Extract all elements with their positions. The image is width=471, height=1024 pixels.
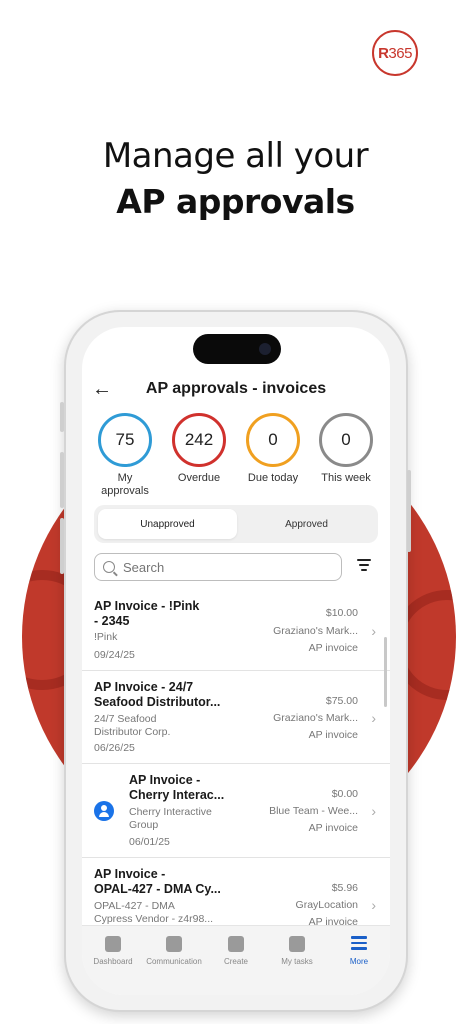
phone-screen: ← AP approvals - invoices 75 My approval… bbox=[82, 327, 390, 995]
r365-logo: R 365 bbox=[372, 30, 418, 76]
invoice-amount: $10.00 bbox=[325, 607, 358, 619]
invoice-date: 06/01/25 bbox=[129, 836, 170, 848]
invoice-title: AP Invoice - 24/7 Seafood Distributor... bbox=[94, 680, 221, 709]
invoice-vendor-name: OPAL-427 - DMA Cypress Vendor - z4r98... bbox=[94, 900, 214, 925]
stat-ring: 0 bbox=[246, 413, 300, 467]
invoice-location: Graziano's Mark... bbox=[273, 625, 358, 637]
chat-icon bbox=[166, 936, 182, 952]
phone-button bbox=[60, 452, 64, 508]
logo-letter: R bbox=[378, 44, 389, 62]
list-item[interactable]: AP Invoice - Cherry Interac... Cherry In… bbox=[82, 764, 390, 858]
list-item[interactable]: AP Invoice - !Pink - 2345 !Pink 09/24/25… bbox=[82, 589, 390, 671]
user-avatar-icon bbox=[94, 801, 114, 821]
stat-ring: 242 bbox=[172, 413, 226, 467]
stat-overdue[interactable]: 242 Overdue bbox=[167, 413, 231, 485]
stat-ring: 0 bbox=[319, 413, 373, 467]
tab-label: Dashboard bbox=[93, 957, 133, 966]
page-title: AP approvals - invoices bbox=[145, 380, 327, 397]
invoice-date: 09/24/25 bbox=[94, 649, 135, 661]
grid-icon bbox=[105, 936, 121, 952]
plus-icon bbox=[228, 936, 244, 952]
stat-label: My approvals bbox=[101, 472, 149, 497]
invoice-type: AP invoice bbox=[308, 729, 358, 741]
chevron-right-icon: › bbox=[371, 803, 376, 819]
list-item[interactable]: AP Invoice - 24/7 Seafood Distributor...… bbox=[82, 671, 390, 764]
headline-line2: AP approvals bbox=[116, 182, 355, 221]
filter-icon[interactable] bbox=[356, 559, 372, 575]
phone-button bbox=[60, 518, 64, 574]
tab-communication[interactable]: Communication bbox=[143, 936, 205, 966]
chevron-right-icon: › bbox=[371, 623, 376, 639]
stat-label: Overdue bbox=[177, 472, 221, 484]
tab-unapproved[interactable]: Unapproved bbox=[98, 509, 237, 539]
logo-number: 365 bbox=[388, 44, 412, 62]
invoice-title: AP Invoice - Cherry Interac... bbox=[129, 773, 225, 802]
chevron-right-icon: › bbox=[371, 897, 376, 913]
chevron-right-icon: › bbox=[371, 710, 376, 726]
app-header: ← AP approvals - invoices bbox=[82, 377, 390, 403]
search-box[interactable] bbox=[94, 553, 342, 581]
stat-my-approvals[interactable]: 75 My approvals bbox=[93, 413, 157, 498]
tab-label: Communication bbox=[146, 957, 202, 966]
invoice-location: Blue Team - Wee... bbox=[269, 805, 358, 817]
stat-due-today[interactable]: 0 Due today bbox=[241, 413, 305, 485]
phone-button bbox=[60, 402, 64, 432]
dynamic-island bbox=[193, 334, 281, 364]
invoice-amount: $0.00 bbox=[331, 788, 358, 800]
invoice-location: GrayLocation bbox=[295, 899, 358, 911]
tab-label: Create bbox=[223, 957, 248, 966]
tab-label: More bbox=[349, 957, 369, 966]
invoice-vendor-name: Cherry Interactive Group bbox=[129, 806, 212, 831]
invoice-amount: $5.96 bbox=[331, 882, 358, 894]
search-input[interactable] bbox=[123, 559, 323, 575]
headline-line1: Manage all your bbox=[102, 136, 369, 176]
menu-icon bbox=[351, 936, 367, 952]
invoice-title: AP Invoice - OPAL-427 - DMA Cy... bbox=[94, 867, 221, 896]
invoice-date: 06/26/25 bbox=[94, 742, 135, 754]
tasks-icon bbox=[289, 936, 305, 952]
invoice-title: AP Invoice - !Pink - 2345 bbox=[94, 599, 200, 628]
status-segmented-control: Unapproved Approved bbox=[94, 505, 378, 543]
stat-label: This week bbox=[321, 472, 371, 484]
invoice-type: AP invoice bbox=[308, 822, 358, 834]
tab-approved[interactable]: Approved bbox=[237, 509, 376, 539]
stat-label: Due today bbox=[247, 472, 299, 484]
scrollbar[interactable] bbox=[384, 637, 387, 707]
invoice-vendor-name: !Pink bbox=[94, 631, 118, 643]
bottom-tab-bar: Dashboard Communication Create My tasks … bbox=[82, 925, 390, 995]
stat-ring: 75 bbox=[98, 413, 152, 467]
invoice-list: AP Invoice - !Pink - 2345 !Pink 09/24/25… bbox=[82, 589, 390, 938]
phone-button bbox=[407, 470, 411, 552]
search-icon bbox=[103, 561, 115, 573]
tab-my-tasks[interactable]: My tasks bbox=[266, 936, 328, 966]
tab-dashboard[interactable]: Dashboard bbox=[82, 936, 144, 966]
tab-create[interactable]: Create bbox=[205, 936, 267, 966]
invoice-type: AP invoice bbox=[308, 642, 358, 654]
tab-label: My tasks bbox=[281, 957, 313, 966]
stat-this-week[interactable]: 0 This week bbox=[314, 413, 378, 485]
camera-icon bbox=[259, 343, 271, 355]
invoice-amount: $75.00 bbox=[325, 695, 358, 707]
tab-more[interactable]: More bbox=[328, 936, 390, 966]
invoice-vendor-name: 24/7 Seafood Distributor Corp. bbox=[94, 713, 171, 738]
invoice-location: Graziano's Mark... bbox=[273, 712, 358, 724]
